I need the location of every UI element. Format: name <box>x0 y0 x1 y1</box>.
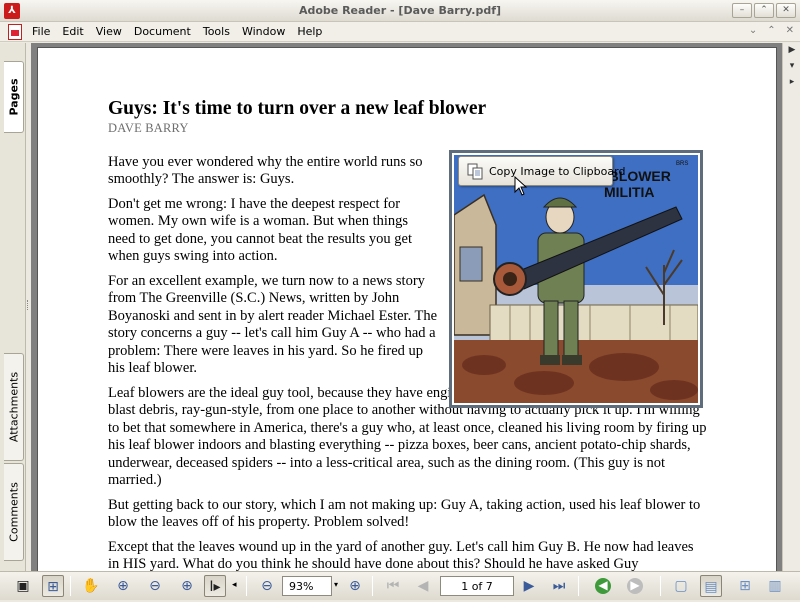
scroll-up-arrow-icon[interactable]: ▶ <box>785 45 799 57</box>
page-number-input[interactable]: 1 of 7 <box>440 576 514 596</box>
mouse-pointer-icon <box>514 176 528 196</box>
document-icon[interactable] <box>8 24 22 40</box>
menu-view[interactable]: View <box>90 25 128 38</box>
scroll-track[interactable] <box>786 123 798 563</box>
doc-restore-button[interactable]: ⌃ <box>767 25 775 36</box>
cartoon-caption-line2: MILITIA <box>604 184 655 200</box>
restore-button[interactable]: ⌃ <box>754 3 774 18</box>
options-arrow-icon[interactable]: ▸ <box>785 77 799 89</box>
facing-icon[interactable]: ⊞ <box>734 575 756 597</box>
next-page-icon[interactable]: ▶ <box>518 575 540 597</box>
copy-icon <box>467 163 483 180</box>
page-display: 1 of 7 <box>461 580 493 593</box>
zoom-out-icon[interactable]: ⊖ <box>256 575 278 597</box>
menu-tools[interactable]: Tools <box>197 25 236 38</box>
first-page-icon[interactable]: ⏮ <box>382 575 404 597</box>
cartoon-signature: BRS <box>676 161 688 167</box>
split-handle-icon[interactable]: ▾ <box>785 61 799 73</box>
paragraph: But getting back to our story, which I a… <box>108 496 701 531</box>
copy-image-to-clipboard-button[interactable]: Copy Image to Clipboard <box>458 156 625 186</box>
article-headline: Guys: It's time to turn over a new leaf … <box>108 98 487 119</box>
tab-comments[interactable]: Comments <box>4 463 24 561</box>
menu-help[interactable]: Help <box>291 25 328 38</box>
last-page-icon[interactable]: ⏭ <box>548 575 570 597</box>
single-continuous-icon[interactable]: ▤ <box>700 575 722 597</box>
zoom-input[interactable]: 93% <box>282 576 332 596</box>
menu-edit[interactable]: Edit <box>56 25 89 38</box>
dynamic-zoom-icon[interactable]: ⊕ <box>176 575 198 597</box>
single-page-icon[interactable]: ▢ <box>670 575 692 597</box>
previous-page-icon[interactable]: ◀ <box>412 575 434 597</box>
minimize-button[interactable]: – <box>732 3 752 18</box>
pdf-page: Guys: It's time to turn over a new leaf … <box>37 47 777 571</box>
select-tool-dropdown-icon[interactable]: ◂ <box>232 580 237 602</box>
window-controls: – ⌃ ✕ <box>732 3 796 18</box>
tab-attachments[interactable]: Attachments <box>4 353 24 461</box>
snapshot-icon[interactable]: ⊞ <box>42 575 64 597</box>
hand-icon[interactable]: ✋ <box>80 575 102 597</box>
doc-minimize-button[interactable]: ⌄ <box>749 25 757 36</box>
paragraph: For an excellent example, we turn now to… <box>108 272 438 377</box>
menu-file[interactable]: File <box>26 25 56 38</box>
document-viewport[interactable]: Guys: It's time to turn over a new leaf … <box>31 43 782 571</box>
paragraph: Have you ever wondered why the entire wo… <box>108 153 423 188</box>
tab-pages[interactable]: Pages <box>4 61 24 133</box>
article-byline: DAVE BARRY <box>108 121 189 135</box>
window-title: Adobe Reader - [Dave Barry.pdf] <box>298 4 502 17</box>
navigation-panel: Pages Attachments Comments <box>0 43 26 571</box>
tab-comments-label: Comments <box>7 482 20 542</box>
facing-continuous-icon[interactable]: ▥ <box>764 575 786 597</box>
paragraph: Don't get me wrong: I have the deepest r… <box>108 195 413 265</box>
zoom-in-tool-icon[interactable]: ⊕ <box>112 575 134 597</box>
go-back-icon[interactable]: ◀ <box>592 575 614 597</box>
zoom-value: 93% <box>289 580 314 593</box>
bottom-toolbar: ▣ ⊞ ✋ ⊕ ⊖ ⊕ I▸ ◂ ⊖ 93% ▾ ⊕ ⏮ ◀ 1 of 7 ▶ … <box>0 571 800 600</box>
select-text-icon[interactable]: I▸ <box>204 575 226 597</box>
panel-resize-handle[interactable] <box>27 300 30 310</box>
go-forward-icon[interactable]: ▶ <box>624 575 646 597</box>
menu-window[interactable]: Window <box>236 25 291 38</box>
cartoon-image[interactable]: -BLOWER MILITIA BRS <box>449 150 703 408</box>
vertical-scrollbar[interactable]: ▶ ▾ ▸ <box>782 43 800 571</box>
menu-document[interactable]: Document <box>128 25 197 38</box>
copy-image-label: Copy Image to Clipboard <box>489 165 626 178</box>
close-button[interactable]: ✕ <box>776 3 796 18</box>
zoom-dropdown-icon[interactable]: ▾ <box>334 580 338 602</box>
menu-bar: File Edit View Document Tools Window Hel… <box>0 22 800 42</box>
document-window-controls: ⌄ ⌃ ✕ <box>749 25 794 36</box>
zoom-in-icon[interactable]: ⊕ <box>344 575 366 597</box>
title-bar: ⅄ Adobe Reader - [Dave Barry.pdf] – ⌃ ✕ <box>0 0 800 22</box>
tab-pages-label: Pages <box>7 78 20 116</box>
paragraph: Except that the leaves wound up in the y… <box>108 538 694 572</box>
screen-icon[interactable]: ▣ <box>12 575 34 597</box>
doc-close-button[interactable]: ✕ <box>786 25 794 36</box>
zoom-out-tool-icon[interactable]: ⊖ <box>144 575 166 597</box>
cartoon-illustration: -BLOWER MILITIA BRS <box>454 155 698 403</box>
tab-attachments-label: Attachments <box>7 371 20 443</box>
